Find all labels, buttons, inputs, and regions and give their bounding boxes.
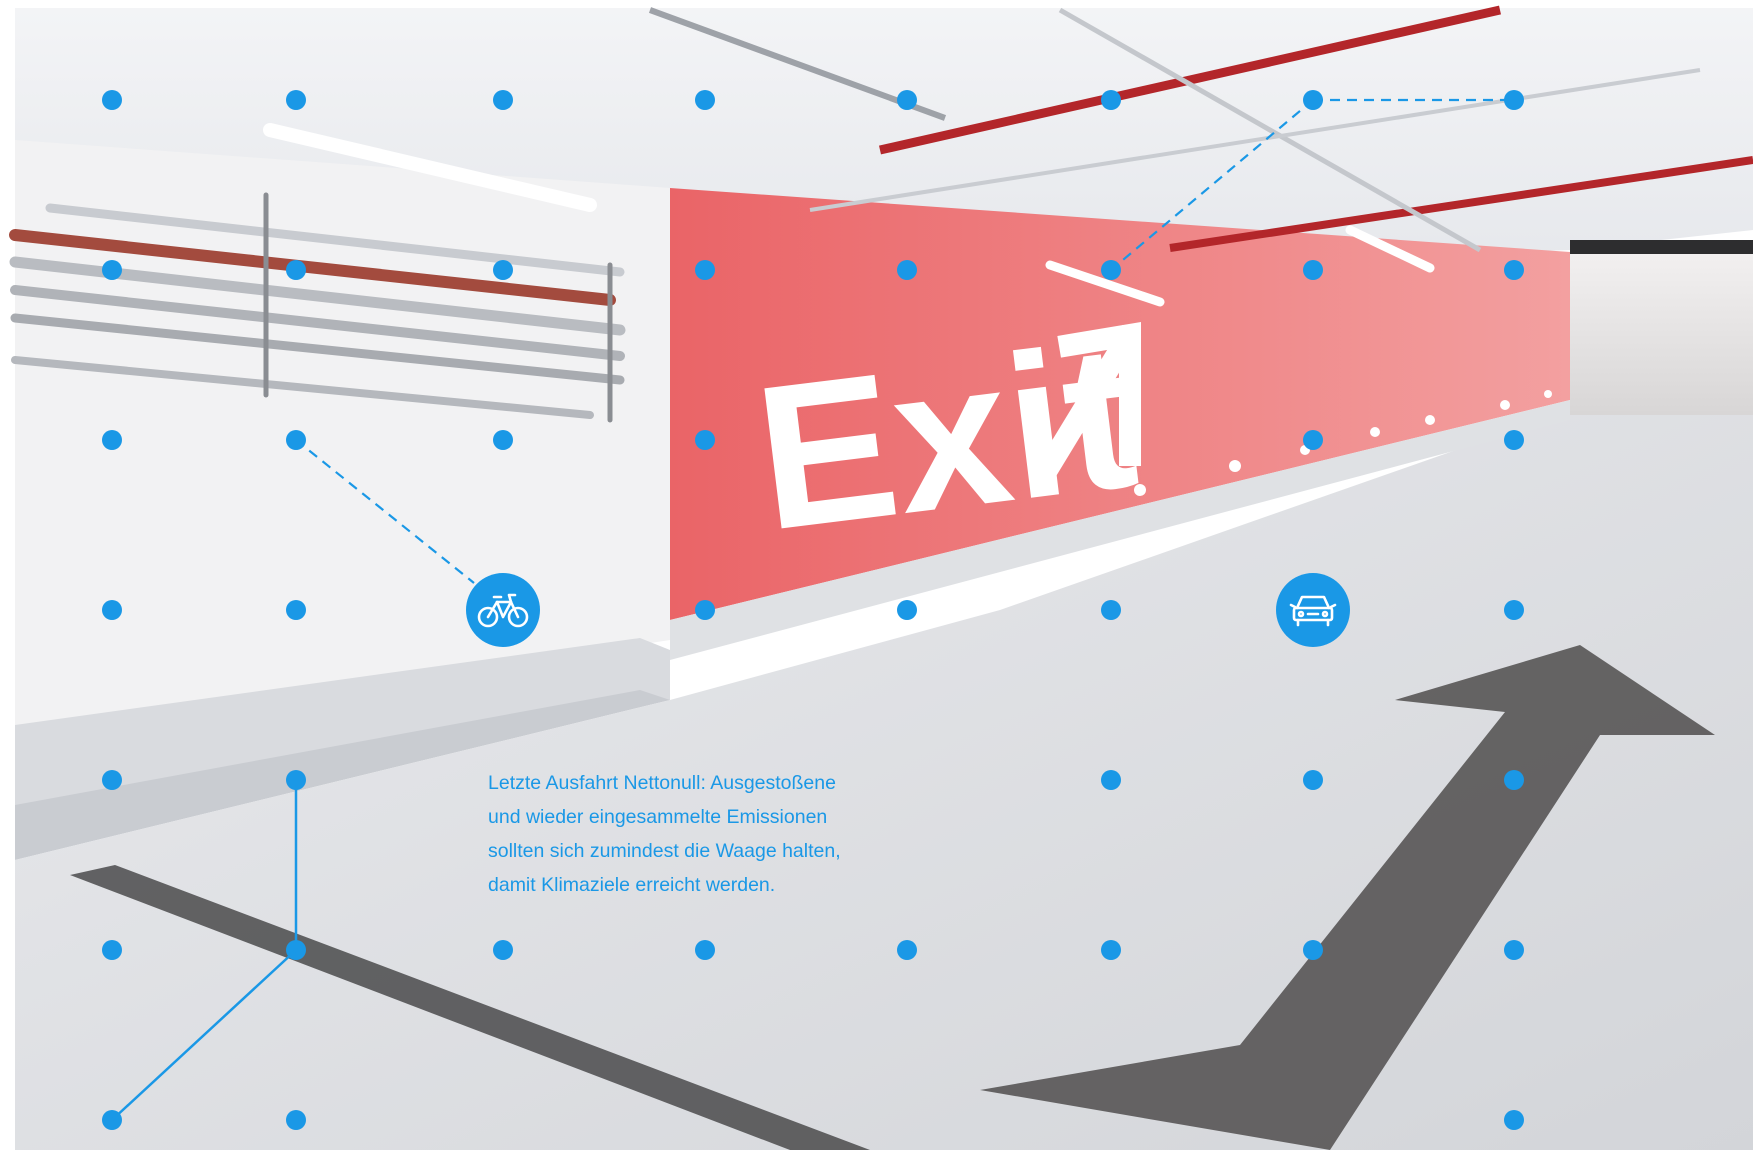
bicycle-icon: [477, 593, 529, 628]
caption-line-4: damit Klimaziele erreicht werden.: [488, 874, 776, 896]
caption-line-3: sollten sich zumindest die Waage halten,: [488, 840, 841, 862]
caption-text: Letzte Ausfahrt Nettonull: Ausgestoßene …: [488, 766, 898, 902]
car-badge: [1276, 573, 1350, 647]
caption-line-2: und wieder eingesammelte Emissionen: [488, 806, 828, 828]
bicycle-badge: [466, 573, 540, 647]
car-icon: [1289, 595, 1337, 627]
exit-opening-frame: [1570, 240, 1753, 254]
caption-line-1: Letzte Ausfahrt Nettonull: Ausgestoßene: [488, 772, 836, 794]
figure-canvas: Exit Letzte Ausfahrt Nettonull: Ausgesto…: [0, 0, 1753, 1150]
parking-garage-photo: Exit: [9, 5, 1753, 1150]
exit-opening: [1570, 240, 1753, 415]
